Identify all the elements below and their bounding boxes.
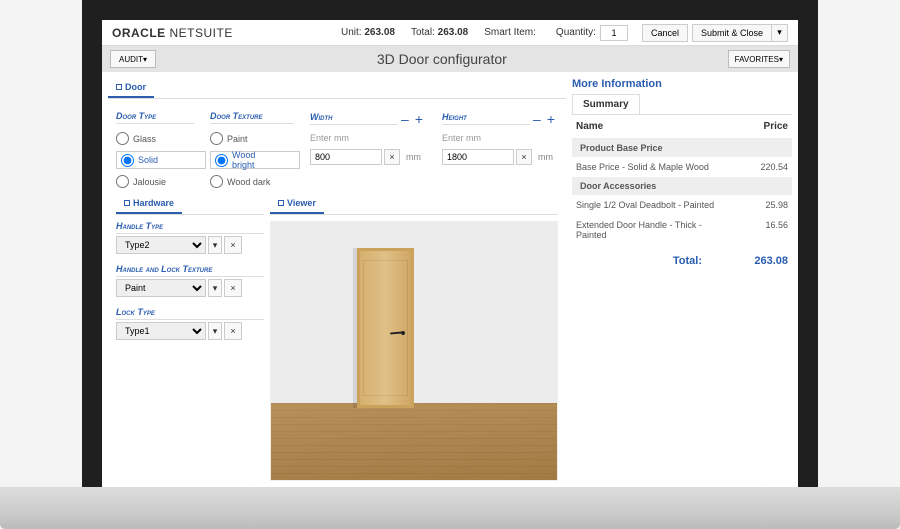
handle-type-dropdown-button[interactable]: ▾ — [208, 236, 222, 254]
app-screen: ORACLE NETSUITE Unit: 263.08 Total: 263.… — [102, 20, 798, 487]
door-handle-icon — [401, 331, 405, 335]
height-label: Height — [442, 112, 530, 125]
expand-icon — [116, 84, 122, 90]
summary-section-accessories: Door Accessories — [572, 177, 792, 195]
width-minus-button[interactable]: – — [398, 111, 412, 127]
smart-item-label: Smart Item: — [484, 27, 536, 38]
expand-icon — [278, 200, 284, 206]
width-unit: mm — [402, 149, 421, 165]
summary-total-value: 263.08 — [732, 255, 788, 267]
summary-total-label: Total: — [576, 255, 732, 267]
top-bar: ORACLE NETSUITE Unit: 263.08 Total: 263.… — [102, 20, 798, 46]
handle-type-select[interactable]: Type2 — [116, 236, 206, 254]
summary-row: Single 1/2 Oval Deadbolt - Painted 25.98 — [572, 195, 792, 215]
caret-down-icon: ▾ — [777, 27, 782, 38]
handle-lock-texture-label: Handle and Lock Texture — [116, 264, 264, 277]
tab-summary[interactable]: Summary — [572, 94, 640, 114]
caret-down-icon: ▾ — [213, 240, 218, 251]
door-texture-option-wood-bright[interactable]: Wood bright — [210, 151, 300, 169]
favorites-button[interactable]: FAVORITES▾ — [728, 50, 790, 68]
door-type-option-jalousie[interactable]: Jalousie — [116, 175, 194, 188]
clear-icon: × — [521, 152, 526, 162]
summary-row: Extended Door Handle - Thick - Painted 1… — [572, 215, 792, 245]
clear-icon: × — [389, 152, 394, 162]
submit-dropdown-button[interactable]: ▾ — [772, 24, 788, 42]
height-plus-button[interactable]: + — [544, 111, 558, 127]
door-type-option-glass[interactable]: Glass — [116, 132, 194, 145]
viewer-3d-canvas[interactable] — [270, 221, 558, 481]
door-preview — [357, 248, 414, 408]
clear-icon: × — [230, 240, 235, 250]
tab-hardware[interactable]: Hardware — [116, 194, 182, 214]
height-input[interactable] — [442, 149, 514, 165]
handle-type-clear-button[interactable]: × — [224, 236, 242, 254]
lock-type-dropdown-button[interactable]: ▾ — [208, 322, 222, 340]
door-texture-option-paint[interactable]: Paint — [210, 132, 294, 145]
door-type-label: Door Type — [116, 111, 194, 124]
expand-icon — [124, 200, 130, 206]
height-minus-button[interactable]: – — [530, 111, 544, 127]
door-type-option-solid[interactable]: Solid — [116, 151, 206, 169]
clear-icon: × — [230, 326, 235, 336]
quantity-input[interactable] — [600, 25, 628, 41]
lock-type-clear-button[interactable]: × — [224, 322, 242, 340]
width-input[interactable] — [310, 149, 382, 165]
width-clear-button[interactable]: × — [384, 149, 400, 165]
handle-lock-texture-clear-button[interactable]: × — [224, 279, 242, 297]
summary-col-name: Name — [576, 121, 738, 132]
summary-section-base: Product Base Price — [572, 139, 792, 157]
brand-logo: ORACLE NETSUITE — [112, 26, 233, 40]
width-label: Width — [310, 112, 398, 125]
total-price: Total: 263.08 — [411, 27, 468, 38]
summary-col-price: Price — [738, 121, 788, 132]
page-title: 3D Door configurator — [156, 51, 728, 67]
handle-lock-texture-dropdown-button[interactable]: ▾ — [208, 279, 222, 297]
door-texture-option-wood-dark[interactable]: Wood dark — [210, 175, 294, 188]
audit-button[interactable]: AUDIT▾ — [110, 50, 156, 68]
handle-lock-texture-select[interactable]: Paint — [116, 279, 206, 297]
width-plus-button[interactable]: + — [412, 111, 426, 127]
sub-bar: AUDIT▾ 3D Door configurator FAVORITES▾ — [102, 46, 798, 72]
clear-icon: × — [230, 283, 235, 293]
more-information-title: More Information — [572, 78, 792, 90]
door-texture-label: Door Texture — [210, 111, 294, 124]
cancel-button[interactable]: Cancel — [642, 24, 688, 42]
tab-door[interactable]: Door — [108, 78, 154, 98]
height-clear-button[interactable]: × — [516, 149, 532, 165]
caret-down-icon: ▾ — [213, 283, 218, 294]
height-unit: mm — [534, 149, 553, 165]
tab-viewer[interactable]: Viewer — [270, 194, 324, 214]
submit-close-button[interactable]: Submit & Close — [692, 24, 772, 42]
handle-type-label: Handle Type — [116, 221, 264, 234]
lock-type-label: Lock Type — [116, 307, 264, 320]
unit-price: Unit: 263.08 — [341, 27, 395, 38]
lock-type-select[interactable]: Type1 — [116, 322, 206, 340]
laptop-frame: ORACLE NETSUITE Unit: 263.08 Total: 263.… — [0, 0, 900, 529]
summary-row: Base Price - Solid & Maple Wood 220.54 — [572, 157, 792, 177]
width-hint: Enter mm — [310, 133, 426, 143]
height-hint: Enter mm — [442, 133, 558, 143]
quantity-label: Quantity: — [556, 27, 596, 38]
caret-down-icon: ▾ — [213, 326, 218, 337]
